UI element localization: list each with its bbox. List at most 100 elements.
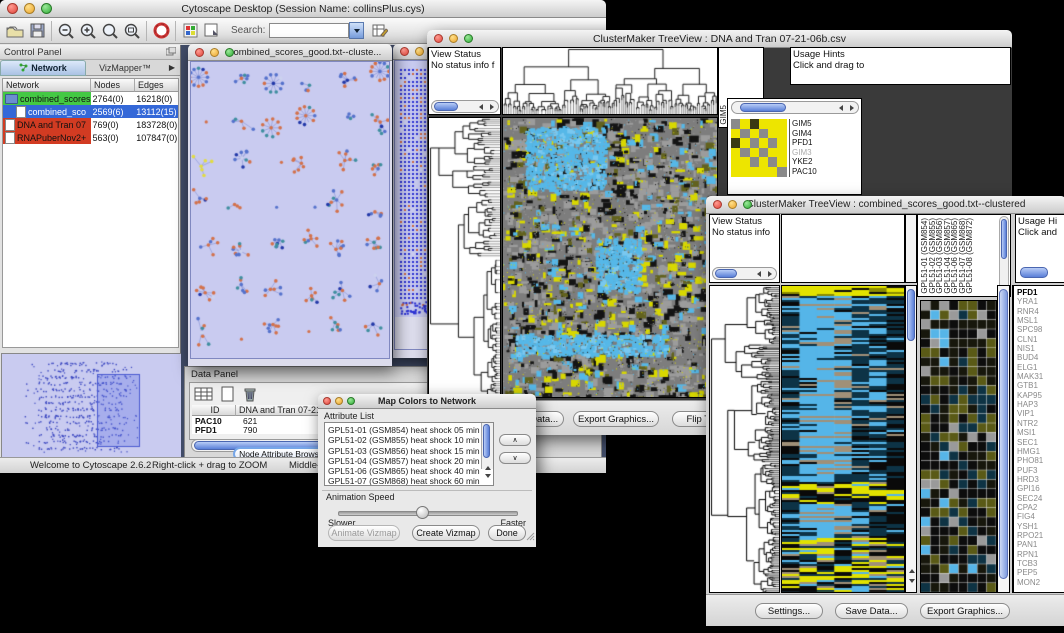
tab-overflow-button[interactable]: ▶ (164, 60, 180, 76)
tv1-row-dendrogram[interactable] (428, 117, 501, 398)
new-attribute-icon[interactable] (220, 386, 236, 407)
scroll-right-button[interactable] (764, 269, 775, 279)
matrix-cell[interactable] (768, 129, 777, 139)
gene-label[interactable]: RNR4 (1017, 307, 1064, 316)
resize-grip-icon[interactable] (525, 528, 535, 546)
matrix-cell[interactable] (777, 167, 786, 177)
attribute-list-item[interactable]: GPL51-01 (GSM854) heat shock 05 min (328, 425, 493, 435)
matrix-cell[interactable] (731, 148, 740, 158)
matrix-cell[interactable] (768, 157, 777, 167)
matrix-cell[interactable] (740, 138, 749, 148)
animation-speed-slider[interactable] (338, 506, 516, 518)
attribute-list-item[interactable]: GPL51-04 (GSM857) heat shock 20 min (328, 456, 493, 466)
tv1-column-dendrogram[interactable] (502, 47, 718, 115)
gene-label[interactable]: HMG1 (1017, 447, 1064, 456)
slider-thumb[interactable] (416, 506, 429, 519)
close-icon[interactable] (400, 47, 409, 56)
minimize-icon[interactable] (24, 3, 35, 14)
tv2-genelist-vscroll[interactable] (997, 285, 1010, 593)
matrix-cell[interactable] (759, 138, 768, 148)
gene-label[interactable]: CLN1 (1017, 335, 1064, 344)
matrix-cell[interactable] (731, 138, 740, 148)
gene-label[interactable]: MON2 (1017, 578, 1064, 587)
gene-label[interactable]: YRA1 (1017, 297, 1064, 306)
tv2-heatmap-vscroll[interactable] (905, 285, 917, 593)
matrix-cell[interactable] (759, 119, 768, 129)
matrix-cell[interactable] (768, 138, 777, 148)
tv2-row-dendrogram[interactable] (709, 285, 780, 593)
save-data-button[interactable]: Save Data... (835, 603, 908, 619)
network-overview-panel[interactable] (1, 353, 182, 458)
animate-vizmap-button[interactable]: Animate Vizmap (328, 525, 400, 541)
matrix-cell[interactable] (731, 157, 740, 167)
column-header-network[interactable]: Network (3, 79, 91, 92)
gene-label[interactable]: MSI1 (1017, 428, 1064, 437)
data-column-id[interactable]: ID (192, 405, 236, 416)
main-titlebar[interactable]: Cytoscape Desktop (Session Name: collins… (0, 0, 606, 18)
matrix-cell[interactable] (777, 129, 786, 139)
matrix-cell[interactable] (759, 129, 768, 139)
gene-label[interactable]: SEC1 (1017, 438, 1064, 447)
gene-label[interactable]: SPC98 (1017, 325, 1064, 334)
tv1-correlation-matrix[interactable] (731, 119, 790, 177)
gene-label[interactable]: HRD3 (1017, 475, 1064, 484)
export-graphics-button[interactable]: Export Graphics... (920, 603, 1010, 619)
matrix-row-label[interactable]: GIM4 (792, 129, 817, 139)
scroll-left-button[interactable] (753, 269, 764, 279)
gene-label[interactable]: SEC24 (1017, 494, 1064, 503)
gene-label[interactable]: KAP95 (1017, 391, 1064, 400)
matrix-cell[interactable] (750, 119, 759, 129)
tv2-column-dendrogram[interactable] (781, 214, 905, 283)
gene-label[interactable]: PEP5 (1017, 568, 1064, 577)
close-icon[interactable] (7, 3, 18, 14)
matrix-cell[interactable] (768, 167, 777, 177)
scroll-right-button[interactable] (846, 103, 857, 113)
minimize-icon[interactable] (449, 34, 458, 43)
gene-label[interactable]: ELG1 (1017, 363, 1064, 372)
matrix-cell[interactable] (740, 148, 749, 158)
column-header-edges[interactable]: Edges (135, 79, 178, 92)
matrix-cell[interactable] (740, 129, 749, 139)
search-dropdown-button[interactable] (349, 22, 364, 39)
minimize-icon[interactable] (210, 48, 219, 57)
treeview2-titlebar[interactable]: ClusterMaker TreeView : combined_scores_… (706, 196, 1064, 214)
zoom-out-icon[interactable] (55, 21, 77, 41)
zoom-window-icon[interactable] (347, 397, 355, 405)
tv1-heatmap[interactable] (502, 117, 718, 398)
gene-label[interactable]: NIS1 (1017, 344, 1064, 353)
tab-vizmapper[interactable]: VizMapper™ (86, 60, 164, 76)
gene-label[interactable]: PAN1 (1017, 540, 1064, 549)
gene-label[interactable]: PFD1 (1017, 288, 1064, 297)
scroll-left-button[interactable] (835, 103, 846, 113)
attribute-table-icon[interactable] (194, 386, 214, 407)
close-icon[interactable] (323, 397, 331, 405)
matrix-row-label[interactable]: GIM3 (792, 148, 817, 158)
tv2-heatmap[interactable] (781, 285, 905, 593)
rotated-column-label[interactable]: GPL51-08 (GSM872) (966, 218, 974, 294)
column-header-nodes[interactable]: Nodes (91, 79, 135, 92)
move-up-button[interactable]: ∧ (499, 434, 531, 446)
close-icon[interactable] (713, 200, 722, 209)
network-row[interactable]: RNAPuberNov2+563(0)107847(0) (3, 131, 178, 144)
save-icon[interactable] (26, 21, 48, 41)
gene-label[interactable]: RPO21 (1017, 531, 1064, 540)
matrix-cell[interactable] (731, 167, 740, 177)
zoom-selected-icon[interactable] (99, 21, 121, 41)
network-row[interactable]: DNA and Tran 07769(0)183728(0) (3, 118, 178, 131)
attribute-list-item[interactable]: GPL51-03 (GSM856) heat shock 15 min (328, 446, 493, 456)
matrix-cell[interactable] (777, 119, 786, 129)
gene-label[interactable]: MSL1 (1017, 316, 1064, 325)
matrix-cell[interactable] (759, 157, 768, 167)
tab-network[interactable]: Network (0, 60, 86, 76)
gene-label[interactable]: PHO81 (1017, 456, 1064, 465)
minimize-icon[interactable] (415, 47, 424, 56)
tv2-status-hscroll[interactable] (712, 267, 777, 280)
vizmapper-icon[interactable] (179, 21, 201, 41)
scroll-down-button[interactable] (909, 570, 915, 588)
help-lifering-icon[interactable] (150, 21, 172, 41)
gene-label[interactable]: VIP1 (1017, 409, 1064, 418)
network-row[interactable]: combined_scores2764(0)16218(0) (3, 92, 178, 105)
matrix-cell[interactable] (777, 157, 786, 167)
close-icon[interactable] (195, 48, 204, 57)
matrix-cell[interactable] (750, 138, 759, 148)
